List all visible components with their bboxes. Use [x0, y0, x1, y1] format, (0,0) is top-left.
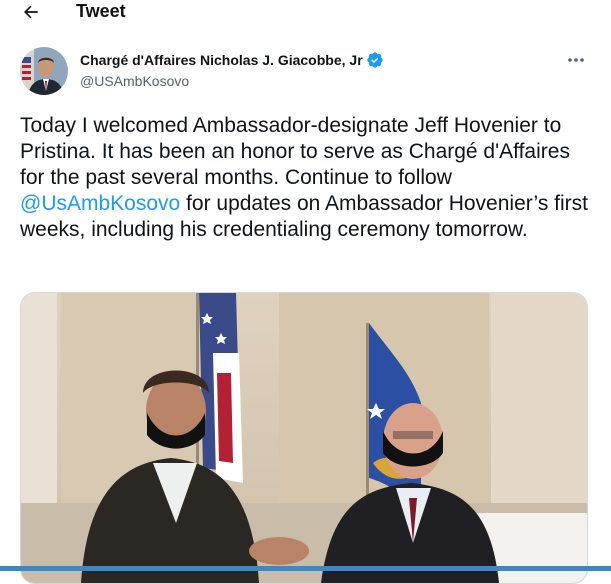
avatar[interactable]: [20, 47, 68, 95]
mention-link[interactable]: @UsAmbKosovo: [20, 192, 180, 215]
top-bar: Tweet: [0, 0, 611, 30]
page-title: Tweet: [76, 1, 126, 21]
back-button[interactable]: [14, 0, 48, 25]
bottom-edge-bar: [0, 566, 611, 571]
tweet-photo[interactable]: [20, 292, 588, 584]
author-name[interactable]: Chargé d'Affaires Nicholas J. Giacobbe, …: [80, 50, 363, 70]
more-button[interactable]: [562, 50, 590, 70]
tweet-text: Today I welcomed Ambassador-designate Je…: [20, 113, 595, 243]
author-handle[interactable]: @USAmbKosovo: [80, 71, 189, 91]
tweet-text-before: Today I welcomed Ambassador-designate Je…: [20, 114, 570, 189]
arrow-left-icon: [24, 5, 38, 19]
author-name-row: Chargé d'Affaires Nicholas J. Giacobbe, …: [80, 50, 384, 70]
more-horizontal-icon: [568, 58, 584, 62]
verified-badge-icon: [366, 52, 383, 68]
